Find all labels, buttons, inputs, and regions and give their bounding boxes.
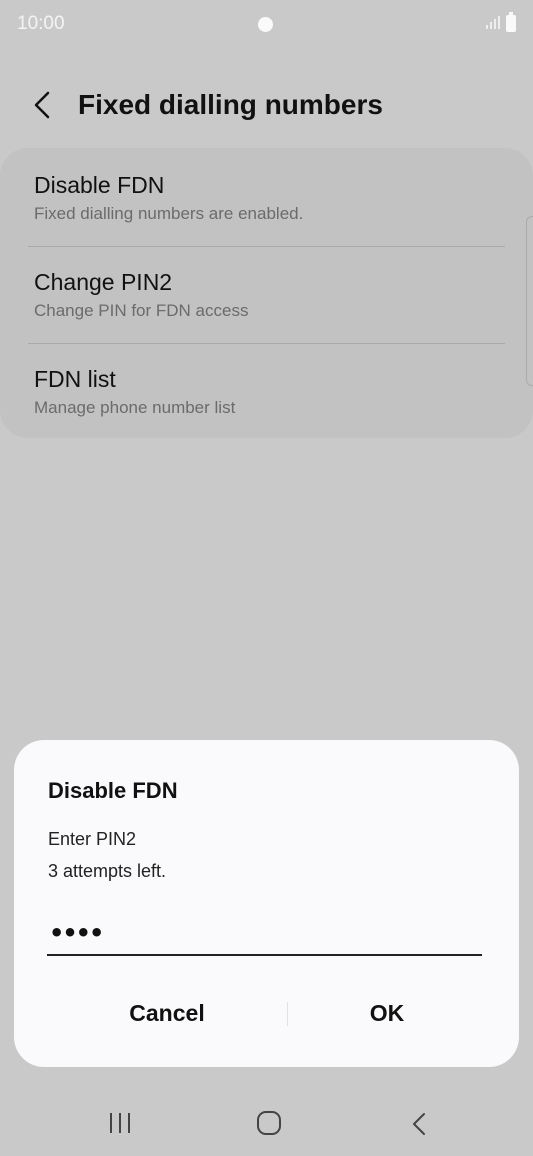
nav-back-icon[interactable] (408, 1110, 430, 1138)
setting-subtitle: Change PIN for FDN access (34, 301, 249, 320)
button-separator (287, 1002, 288, 1026)
pin2-input[interactable] (47, 912, 482, 956)
setting-disable-fdn[interactable]: Disable FDN Fixed dialling numbers are e… (0, 148, 533, 245)
setting-title: Disable FDN (34, 172, 165, 198)
notification-dot-icon (258, 17, 273, 32)
cancel-button[interactable]: Cancel (74, 988, 260, 1038)
battery-icon (506, 12, 516, 32)
dialog-message: Enter PIN2 (48, 829, 137, 849)
signal-icon (486, 16, 500, 29)
setting-subtitle: Manage phone number list (34, 398, 236, 417)
app-header: Fixed dialling numbers (0, 75, 533, 135)
status-bar: 10:00 (0, 0, 533, 50)
setting-subtitle: Fixed dialling numbers are enabled. (34, 204, 304, 223)
status-time: 10:00 (17, 13, 65, 34)
scroll-handle[interactable] (526, 216, 533, 386)
settings-list: Disable FDN Fixed dialling numbers are e… (0, 148, 533, 438)
back-arrow-icon[interactable] (30, 87, 58, 123)
attempts-left-text: 3 attempts left. (48, 861, 167, 881)
page-title: Fixed dialling numbers (78, 89, 383, 120)
navigation-bar (0, 1090, 533, 1156)
home-icon[interactable] (255, 1109, 283, 1137)
disable-fdn-dialog: Disable FDN Enter PIN2 3 attempts left. … (14, 740, 519, 1067)
ok-button[interactable]: OK (300, 988, 474, 1038)
setting-title: FDN list (34, 366, 116, 392)
dialog-title: Disable FDN (48, 778, 178, 803)
setting-fdn-list[interactable]: FDN list Manage phone number list (0, 342, 533, 439)
setting-title: Change PIN2 (34, 269, 173, 295)
setting-change-pin2[interactable]: Change PIN2 Change PIN for FDN access (0, 245, 533, 342)
recents-icon[interactable] (105, 1110, 135, 1136)
